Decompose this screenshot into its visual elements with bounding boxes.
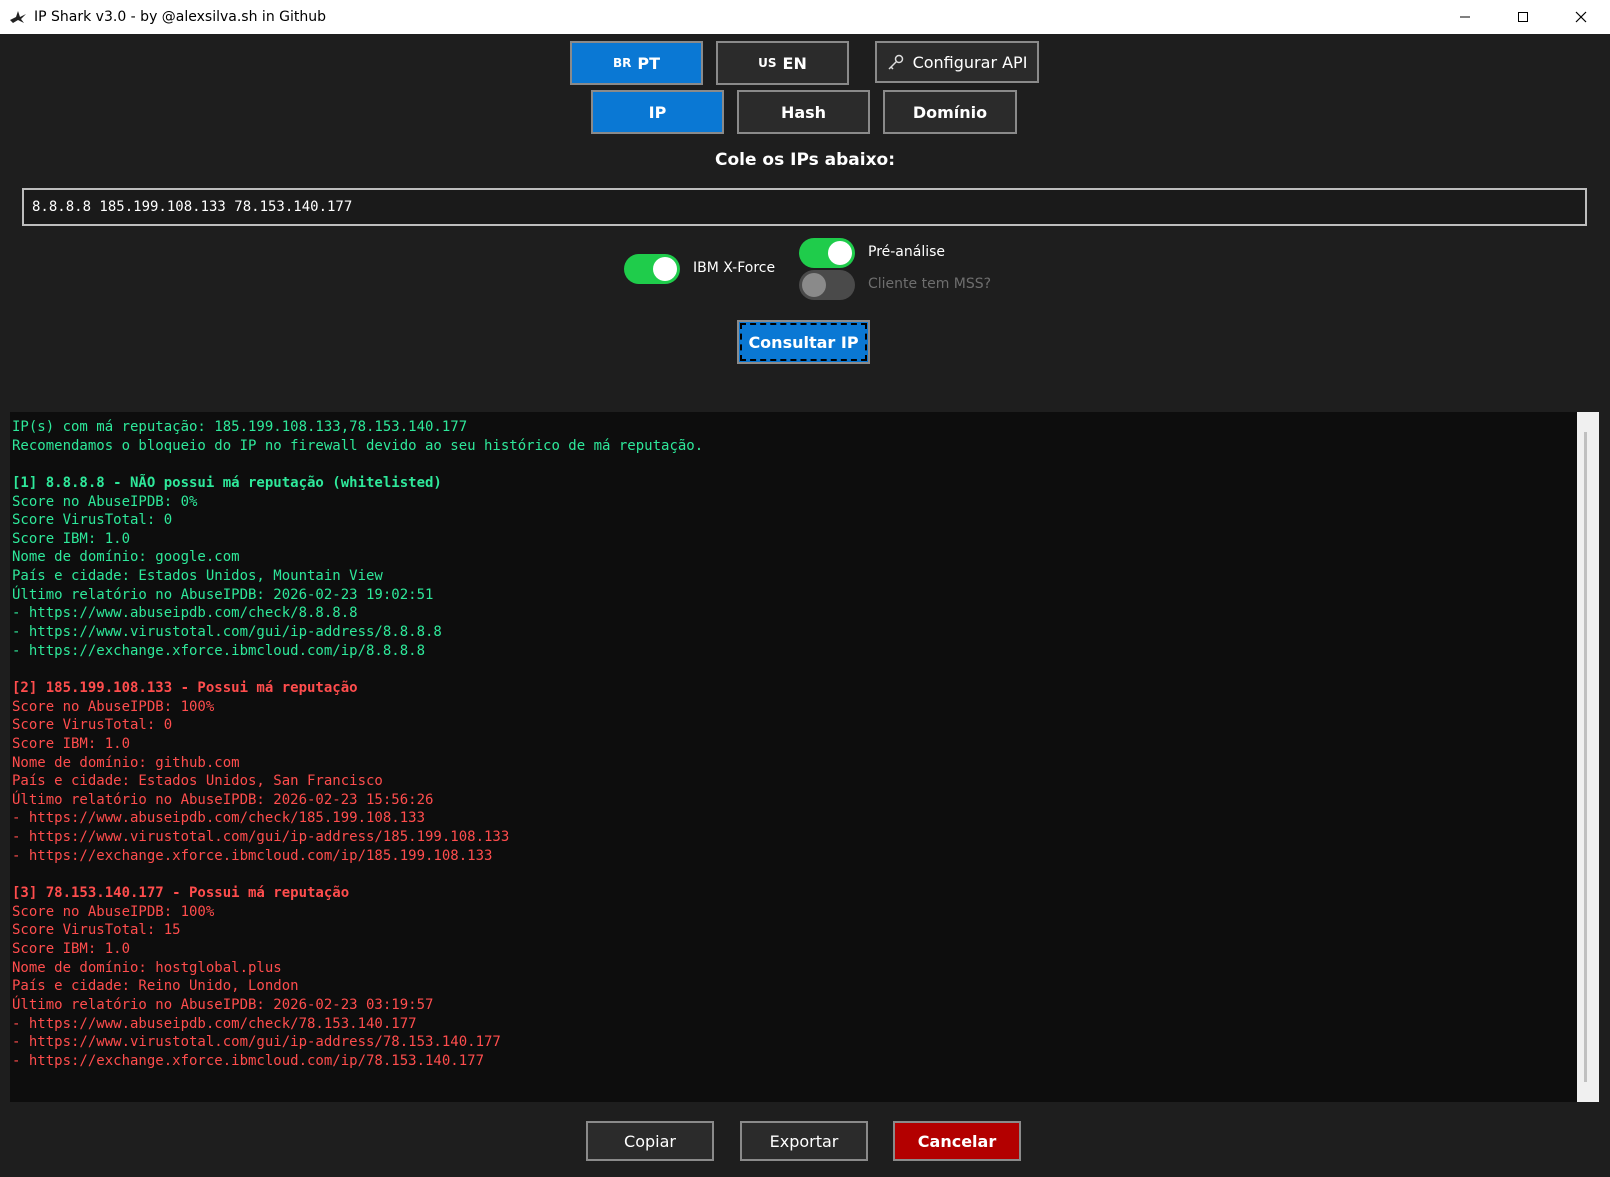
- toggle-knob: [828, 241, 852, 265]
- lang-en-label: EN: [782, 53, 807, 73]
- result-line: Score IBM: 1.0: [12, 735, 131, 752]
- result-line: IP(s) com má reputação: 185.199.108.133,…: [12, 419, 468, 435]
- copy-button[interactable]: Copiar: [586, 1121, 714, 1161]
- mode-ip-label: IP: [648, 102, 667, 122]
- result-line: - https://www.virustotal.com/gui/ip-addr…: [12, 624, 442, 641]
- mss-toggle[interactable]: [799, 270, 855, 300]
- result-line: Score no AbuseIPDB: 100%: [12, 903, 215, 920]
- shark-icon: [8, 7, 28, 27]
- flag-br-icon: BR: [612, 56, 632, 70]
- title-bar: IP Shark v3.0 - by @alexsilva.sh in Gith…: [0, 0, 1610, 34]
- result-line: País e cidade: Estados Unidos, San Franc…: [12, 773, 383, 790]
- pre-analysis-label: Pré-análise: [868, 244, 946, 260]
- input-prompt: Cole os IPs abaixo:: [714, 150, 896, 170]
- result-line: - https://www.virustotal.com/gui/ip-addr…: [12, 829, 510, 846]
- result-line: Score IBM: 1.0: [12, 530, 131, 547]
- result-line: [2] 185.199.108.133 - Possui má reputaçã…: [12, 679, 358, 696]
- export-button[interactable]: Exportar: [740, 1121, 868, 1161]
- lang-en-button[interactable]: US EN: [716, 41, 849, 85]
- mode-domain-button[interactable]: Domínio: [883, 90, 1017, 134]
- result-line: Score VirusTotal: 15: [12, 922, 181, 939]
- copy-label: Copiar: [624, 1131, 676, 1151]
- result-line: País e cidade: Estados Unidos, Mountain …: [12, 568, 383, 585]
- xforce-toggle[interactable]: [624, 254, 680, 284]
- result-line: Nome de domínio: google.com: [12, 549, 240, 566]
- result-line: Score VirusTotal: 0: [12, 717, 173, 734]
- result-line: - https://exchange.xforce.ibmcloud.com/i…: [12, 642, 426, 659]
- result-line: Último relatório no AbuseIPDB: 2026-02-2…: [12, 586, 434, 603]
- scrollbar-thumb[interactable]: [1584, 432, 1587, 1082]
- query-ip-label: Consultar IP: [748, 332, 859, 352]
- xforce-label: IBM X-Force: [693, 260, 776, 276]
- key-icon: [887, 53, 905, 71]
- export-label: Exportar: [769, 1131, 839, 1151]
- main-panel: BR PT US EN Configurar API IP Hash Domín…: [0, 34, 1610, 1177]
- toggle-knob: [802, 273, 826, 297]
- result-line: - https://www.abuseipdb.com/check/8.8.8.…: [12, 605, 358, 622]
- mss-label: Cliente tem MSS?: [868, 276, 992, 292]
- window-controls: [1436, 0, 1610, 34]
- result-line: - https://exchange.xforce.ibmcloud.com/i…: [12, 847, 493, 864]
- mode-hash-button[interactable]: Hash: [737, 90, 870, 134]
- result-line: [12, 660, 1577, 679]
- lang-pt-button[interactable]: BR PT: [570, 41, 703, 85]
- pre-analysis-toggle[interactable]: [799, 238, 855, 268]
- result-line: Recomendamos o bloqueio do IP no firewal…: [12, 437, 704, 454]
- cancel-label: Cancelar: [917, 1131, 997, 1151]
- ip-input-value: 8.8.8.8 185.199.108.133 78.153.140.177: [32, 199, 353, 215]
- toggle-knob: [653, 257, 677, 281]
- result-line: Nome de domínio: github.com: [12, 754, 240, 771]
- lang-pt-label: PT: [637, 53, 661, 73]
- mode-hash-label: Hash: [780, 102, 827, 122]
- flag-us-icon: US: [758, 56, 777, 70]
- results-output[interactable]: IP(s) com má reputação: 185.199.108.133,…: [10, 412, 1577, 1102]
- result-line: Score VirusTotal: 0: [12, 512, 173, 529]
- result-line: [3] 78.153.140.177 - Possui má reputação: [12, 885, 350, 902]
- result-line: Último relatório no AbuseIPDB: 2026-02-2…: [12, 791, 434, 808]
- result-line: [1] 8.8.8.8 - NÃO possui má reputação (w…: [12, 474, 442, 491]
- config-api-label: Configurar API: [912, 52, 1028, 72]
- result-line: - https://www.abuseipdb.com/check/78.153…: [12, 1015, 417, 1032]
- result-line: País e cidade: Reino Unido, London: [12, 978, 299, 995]
- result-line: [12, 865, 1577, 884]
- minimize-button[interactable]: [1436, 0, 1494, 34]
- window-title: IP Shark v3.0 - by @alexsilva.sh in Gith…: [34, 9, 326, 25]
- result-line: Score no AbuseIPDB: 0%: [12, 493, 198, 510]
- result-line: - https://www.virustotal.com/gui/ip-addr…: [12, 1034, 501, 1051]
- result-line: Nome de domínio: hostglobal.plus: [12, 959, 282, 976]
- close-icon: [1575, 11, 1587, 23]
- results-scrollbar[interactable]: [1577, 412, 1599, 1102]
- mode-domain-label: Domínio: [912, 102, 988, 122]
- result-line: Score no AbuseIPDB: 100%: [12, 698, 215, 715]
- close-button[interactable]: [1552, 0, 1610, 34]
- query-ip-button[interactable]: Consultar IP: [737, 320, 870, 364]
- config-api-button[interactable]: Configurar API: [875, 41, 1039, 83]
- results-text: IP(s) com má reputação: 185.199.108.133,…: [10, 412, 1577, 1070]
- maximize-icon: [1518, 12, 1528, 22]
- result-line: - https://exchange.xforce.ibmcloud.com/i…: [12, 1052, 485, 1069]
- minimize-icon: [1460, 16, 1470, 18]
- result-line: [12, 455, 1577, 474]
- result-line: Score IBM: 1.0: [12, 940, 131, 957]
- maximize-button[interactable]: [1494, 0, 1552, 34]
- result-line: - https://www.abuseipdb.com/check/185.19…: [12, 810, 426, 827]
- ip-input[interactable]: 8.8.8.8 185.199.108.133 78.153.140.177: [22, 188, 1587, 226]
- result-line: Último relatório no AbuseIPDB: 2026-02-2…: [12, 996, 434, 1013]
- cancel-button[interactable]: Cancelar: [893, 1121, 1021, 1161]
- mode-ip-button[interactable]: IP: [591, 90, 724, 134]
